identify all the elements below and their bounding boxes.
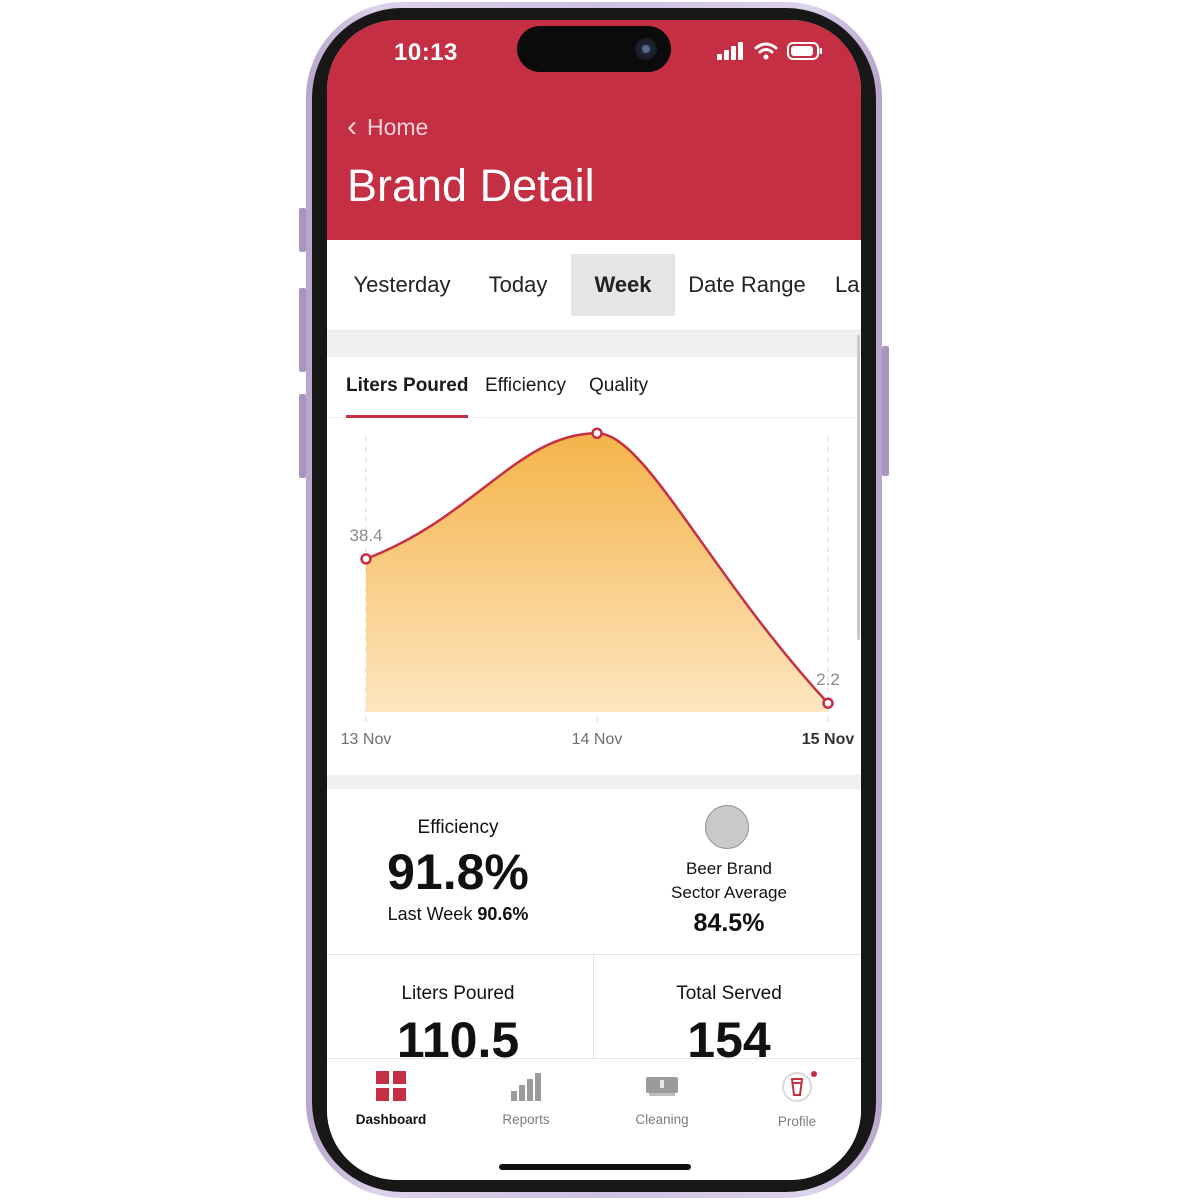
x-tick-label-1: 14 Nov	[572, 731, 623, 748]
scroll-indicator[interactable]	[857, 335, 860, 640]
status-time: 10:13	[394, 39, 458, 66]
data-label-1: 69.9	[580, 417, 613, 419]
area-fill	[366, 433, 828, 712]
volume-down-button	[299, 394, 306, 478]
wifi-icon	[754, 42, 778, 60]
cellular-signal-icon	[717, 42, 743, 60]
data-label-0: 38.4	[349, 526, 382, 545]
tab-quality[interactable]: Quality	[589, 357, 648, 415]
app-screen: 10:13 ‹ Home Brand Detail Yesterday Toda…	[327, 20, 861, 1180]
battery-icon	[787, 42, 822, 60]
tab-liters-poured[interactable]: Liters Poured	[346, 357, 469, 418]
nav-cleaning-label: Cleaning	[635, 1112, 689, 1127]
nav-cleaning[interactable]: Cleaning	[602, 1071, 722, 1127]
tab-today[interactable]: Today	[473, 254, 563, 316]
liters-area-chart: 38.4 13 Nov 69.9 14 Nov 2.2 15 Nov	[341, 417, 855, 748]
chevron-left-icon: ‹	[347, 110, 357, 143]
dashboard-grid-icon	[376, 1071, 406, 1101]
last-week-row: Last Week 90.6%	[358, 904, 558, 925]
efficiency-card: Efficiency 91.8% Last Week 90.6% Beer Br…	[327, 789, 861, 955]
data-label-2: 2.2	[816, 670, 840, 689]
metric-tabs: Liters Poured Efficiency Quality	[327, 357, 861, 418]
home-indicator[interactable]	[499, 1164, 691, 1170]
efficiency-value: 91.8%	[387, 844, 529, 900]
nav-reports-label: Reports	[502, 1112, 550, 1127]
nav-profile[interactable]: Profile	[737, 1071, 857, 1129]
profile-glass-icon	[782, 1071, 817, 1102]
brand-logo-placeholder	[705, 805, 749, 849]
sector-line-2: Sector Average	[671, 883, 787, 902]
bottom-nav: Dashboard Reports Cleaning Profile	[327, 1058, 861, 1180]
data-point-1	[591, 427, 603, 440]
period-tabs: Yesterday Today Week Date Range La	[327, 240, 861, 331]
cleaning-icon	[646, 1077, 678, 1096]
nav-profile-label: Profile	[777, 1114, 817, 1129]
nav-dashboard[interactable]: Dashboard	[331, 1071, 451, 1127]
nav-dashboard-label: Dashboard	[355, 1112, 427, 1127]
liters-poured-label: Liters Poured	[401, 983, 515, 1004]
volume-up-button	[299, 288, 306, 372]
tab-week[interactable]: Week	[571, 254, 675, 316]
back-home-link[interactable]: ‹ Home	[347, 112, 428, 142]
sector-average-value: 84.5%	[693, 909, 765, 937]
page-title: Brand Detail	[347, 160, 595, 211]
tab-last[interactable]: La	[835, 254, 861, 316]
last-week-value: 90.6%	[477, 904, 529, 924]
status-icons	[717, 42, 823, 60]
tab-yesterday[interactable]: Yesterday	[342, 254, 462, 316]
sector-line-1: Beer Brand	[686, 859, 772, 878]
notification-dot	[811, 1071, 817, 1077]
total-served-label: Total Served	[676, 983, 782, 1004]
last-week-label: Last Week	[387, 904, 473, 924]
bar-chart-icon	[511, 1073, 541, 1101]
nav-reports[interactable]: Reports	[466, 1071, 586, 1127]
tab-efficiency[interactable]: Efficiency	[485, 357, 566, 415]
x-tick-label-2: 15 Nov	[802, 731, 855, 748]
efficiency-label: Efficiency	[417, 817, 499, 838]
app-header: 10:13 ‹ Home Brand Detail	[327, 20, 861, 240]
data-point-0	[360, 553, 372, 565]
x-tick-label-0: 13 Nov	[341, 731, 392, 748]
dynamic-island	[517, 26, 671, 72]
camera-icon	[635, 38, 657, 60]
data-point-2	[822, 697, 834, 709]
chart-card: Liters Poured Efficiency Quality 38.4 13 …	[327, 357, 861, 775]
tab-date-range[interactable]: Date Range	[683, 254, 811, 316]
power-button	[882, 346, 889, 476]
mute-switch	[299, 208, 306, 252]
back-link-label: Home	[367, 113, 429, 140]
